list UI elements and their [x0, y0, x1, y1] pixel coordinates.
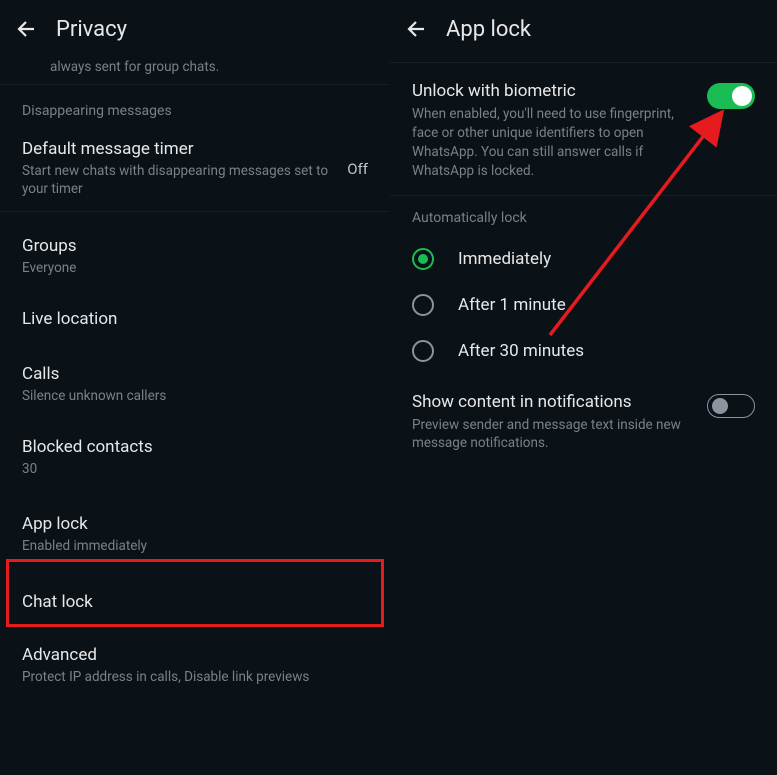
app-lock-title: App lock [22, 514, 368, 534]
biometric-title: Unlock with biometric [412, 81, 693, 101]
show-content-title: Show content in notifications [412, 392, 693, 412]
app-lock-screen: App lock Unlock with biometric When enab… [390, 0, 777, 775]
radio-label-thirty-minutes: After 30 minutes [458, 341, 584, 361]
auto-lock-radio-group: Immediately After 1 minute After 30 minu… [390, 234, 777, 384]
chat-lock-item[interactable]: Chat lock [0, 576, 390, 631]
radio-thirty-minutes[interactable]: After 30 minutes [412, 328, 755, 374]
default-timer-value: Off [347, 160, 368, 178]
calls-item[interactable]: Calls Silence unknown callers [0, 350, 390, 419]
toggle-knob-icon [732, 86, 752, 106]
blocked-title: Blocked contacts [22, 437, 368, 457]
radio-immediately[interactable]: Immediately [412, 236, 755, 282]
groups-sub: Everyone [22, 259, 368, 277]
default-message-timer-item[interactable]: Default message timer Start new chats wi… [0, 127, 390, 210]
groups-title: Groups [22, 236, 368, 256]
page-title: App lock [446, 17, 531, 42]
blocked-sub: 30 [22, 460, 368, 478]
groups-item[interactable]: Groups Everyone [0, 212, 390, 291]
truncated-prev-desc: always sent for group chats. [0, 58, 390, 84]
chat-lock-title: Chat lock [22, 592, 368, 612]
biometric-desc: When enabled, you'll need to use fingerp… [412, 105, 693, 181]
show-content-item[interactable]: Show content in notifications Preview se… [390, 384, 777, 468]
section-header-disappearing: Disappearing messages [0, 85, 390, 127]
live-location-title: Live location [22, 309, 368, 329]
radio-label-one-minute: After 1 minute [458, 295, 566, 315]
page-title: Privacy [56, 17, 127, 42]
advanced-sub: Protect IP address in calls, Disable lin… [22, 668, 368, 686]
calls-sub: Silence unknown callers [22, 387, 368, 405]
biometric-toggle[interactable] [707, 83, 755, 109]
show-content-toggle[interactable] [707, 394, 755, 418]
radio-icon [412, 340, 434, 362]
blocked-contacts-item[interactable]: Blocked contacts 30 [0, 419, 390, 492]
toggle-knob-icon [712, 398, 728, 414]
privacy-screen: Privacy always sent for group chats. Dis… [0, 0, 390, 775]
default-timer-sub: Start new chats with disappearing messag… [22, 162, 335, 198]
radio-one-minute[interactable]: After 1 minute [412, 282, 755, 328]
advanced-item[interactable]: Advanced Protect IP address in calls, Di… [0, 631, 390, 700]
default-timer-title: Default message timer [22, 139, 335, 159]
back-arrow-icon[interactable] [404, 16, 430, 42]
advanced-title: Advanced [22, 645, 368, 665]
app-lock-header: App lock [390, 0, 777, 58]
app-lock-item[interactable]: App lock Enabled immediately [0, 492, 390, 575]
radio-icon [412, 294, 434, 316]
calls-title: Calls [22, 364, 368, 384]
back-arrow-icon[interactable] [14, 16, 40, 42]
radio-label-immediately: Immediately [458, 249, 551, 269]
app-lock-sub: Enabled immediately [22, 537, 368, 555]
section-header-auto-lock: Automatically lock [390, 196, 777, 234]
unlock-biometric-item[interactable]: Unlock with biometric When enabled, you'… [390, 63, 777, 195]
show-content-desc: Preview sender and message text inside n… [412, 416, 693, 454]
live-location-item[interactable]: Live location [0, 291, 390, 350]
privacy-header: Privacy [0, 0, 390, 58]
radio-icon [412, 248, 434, 270]
